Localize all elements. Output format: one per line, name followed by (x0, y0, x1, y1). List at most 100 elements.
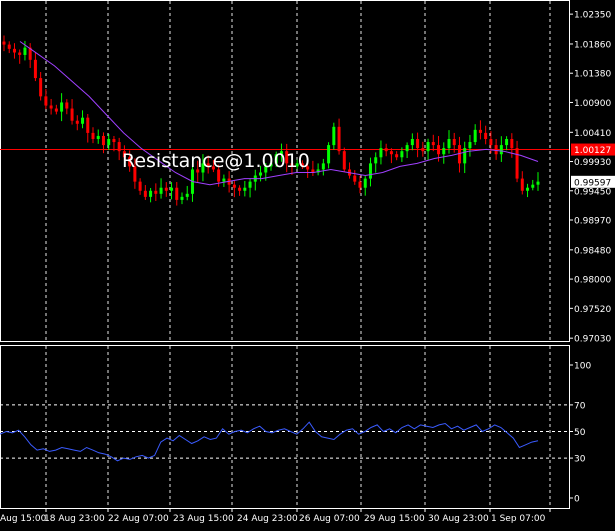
x-tick-label: 1 Sep 07:00 (491, 514, 546, 524)
price-panel: 1.02350 1.01860 1.01380 1.00900 1.00410 0.999… (0, 0, 615, 345)
x-tick-label: 18 Aug 23:00 (44, 514, 105, 524)
y-tick-label: 0.97520 (574, 305, 611, 315)
candle-body (107, 139, 111, 146)
candle-body (520, 178, 524, 191)
candle-body (526, 187, 530, 191)
time-axis: Aug 15:0018 Aug 23:00 22 Aug 07:00 23 Aug … (0, 508, 551, 524)
candle-body (170, 187, 174, 191)
candle-body (238, 187, 242, 191)
y-tick-label: 0.98970 (574, 217, 611, 227)
y-tick-label: 0.98000 (574, 276, 611, 286)
candle-body (463, 148, 467, 164)
candle-body (149, 190, 153, 197)
y-tick-label: 1.00900 (574, 99, 611, 109)
candle-body (7, 44, 11, 49)
rsi-y-tick-label: 50 (574, 428, 586, 438)
candle-body (395, 154, 399, 158)
candle-body (374, 157, 378, 164)
candle-body (12, 48, 16, 53)
candle-body (39, 78, 43, 97)
y-tick-label: 1.01860 (574, 40, 611, 50)
candle-body (60, 102, 64, 112)
candle-body (259, 172, 263, 176)
candle-body (437, 145, 441, 155)
candle-body (75, 120, 79, 124)
candle-body (18, 52, 22, 55)
candle-body (426, 142, 430, 152)
y-tick-label: 0.99450 (574, 187, 611, 197)
chart-window: 1.02350 1.01860 1.01380 1.00900 1.00410 0.999… (0, 0, 615, 527)
y-tick-label: 0.98480 (574, 246, 611, 256)
y-tick-label: 1.01380 (574, 70, 611, 80)
candle-body (499, 145, 503, 155)
candle-body (379, 148, 383, 158)
candle-body (33, 59, 37, 79)
candle-body (400, 151, 404, 158)
candle-body (117, 142, 121, 152)
y-tick-label: 1.02350 (574, 11, 611, 21)
candle-body (368, 163, 372, 179)
candle-body (232, 184, 236, 188)
candle-body (327, 145, 331, 164)
candle-body (81, 117, 85, 124)
candle-body (489, 139, 493, 146)
candle-body (91, 132, 95, 139)
candle-body (353, 175, 357, 182)
y-tick-label: 0.97030 (574, 335, 611, 345)
candle-body (175, 187, 179, 200)
candle-body (421, 148, 425, 152)
candle-body (337, 126, 341, 152)
candle-body (154, 190, 158, 194)
candle-body (143, 190, 147, 197)
candle-body (505, 139, 509, 146)
candle-body (342, 151, 346, 170)
candle-body (515, 148, 519, 179)
candle-body (112, 139, 116, 143)
x-tick-label: Aug 15:00 (0, 514, 47, 524)
candle-body (44, 96, 48, 106)
candle-body (478, 129, 482, 133)
x-tick-label: 22 Aug 07:00 (108, 514, 169, 524)
candle-body (358, 181, 362, 188)
rsi-y-tick-label: 100 (574, 362, 591, 372)
candle-body (54, 108, 58, 112)
rsi-line (0, 421, 539, 462)
candle-body (431, 142, 435, 146)
candle-body (138, 181, 142, 191)
candle-body (86, 117, 90, 133)
forex-chart: 1.02350 1.01860 1.01380 1.00900 1.00410 0.999… (0, 0, 615, 524)
candle-body (405, 145, 409, 152)
x-tick-label: 29 Aug 15:00 (364, 514, 425, 524)
candle-body (248, 181, 252, 188)
candle-body (473, 129, 477, 143)
candle-body (185, 193, 189, 197)
candle-body (510, 139, 514, 149)
rsi-y-tick-label: 0 (574, 495, 580, 505)
y-tick-label: 1.00410 (574, 129, 611, 139)
rsi-panel-border (0, 345, 570, 509)
candle-body (243, 187, 247, 191)
candle-body (222, 178, 226, 182)
x-tick-label: 30 Aug 23:00 (428, 514, 489, 524)
candle-body (49, 105, 53, 109)
y-tick-label: 0.99930 (574, 158, 611, 168)
candle-body (447, 139, 451, 149)
candle-body (159, 187, 163, 194)
x-tick-label: 26 Aug 07:00 (299, 514, 360, 524)
candle-body (101, 135, 105, 146)
x-tick-label: 24 Aug 23:00 (237, 514, 298, 524)
resistance-annotation: Resistance@1.0010 (122, 150, 310, 172)
candle-body (384, 148, 388, 152)
candle-body (536, 181, 540, 185)
candle-body (23, 47, 27, 55)
rsi-panel: 100 70 50 30 0 (0, 345, 591, 509)
candle-body (468, 142, 472, 149)
rsi-y-tick-label: 30 (574, 455, 586, 465)
candle-body (180, 196, 184, 200)
candle-body (484, 132, 488, 139)
candle-body (332, 126, 336, 146)
candle-body (321, 163, 325, 170)
candle-body (65, 102, 69, 109)
candle-body (442, 148, 446, 155)
candle-body (164, 187, 168, 191)
